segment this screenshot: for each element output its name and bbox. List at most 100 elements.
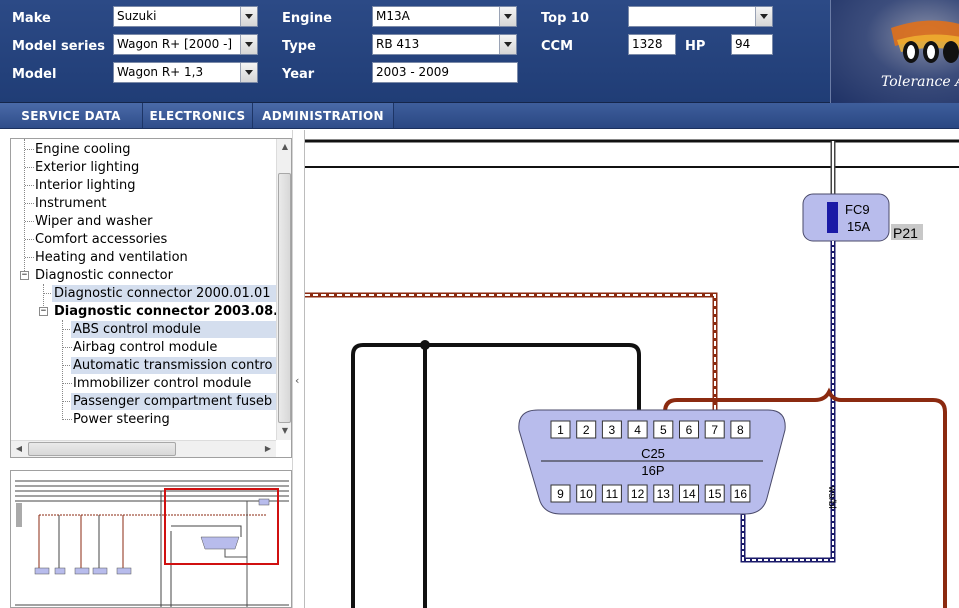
fuse-label: FC9 [845,202,870,217]
tree-item[interactable]: Interior lighting [35,177,135,194]
scroll-right-icon[interactable]: ▶ [260,441,276,457]
scrollbar-thumb[interactable] [28,442,176,456]
tree-horizontal-scrollbar[interactable]: ◀ ▶ [11,440,276,457]
splice-point [420,340,430,350]
connector-pin-label: 7 [711,423,718,437]
make-select-value: Suzuki [117,9,157,23]
type-select-value: RB 413 [376,37,420,51]
logo-text: Tolerance A [881,74,959,90]
tree-item[interactable]: Immobilizer control module [71,375,251,392]
tree-guide-line [25,149,34,150]
collapse-icon[interactable]: − [39,307,48,316]
tree-item[interactable]: Wiper and washer [35,213,152,230]
model-select[interactable]: Wagon R+ 1,3 [113,62,258,83]
model-select-value: Wagon R+ 1,3 [117,65,204,79]
top10-select[interactable] [628,6,773,27]
tree-item-selected[interactable]: Diagnostic connector 2003.08. [52,303,278,320]
chevron-down-icon[interactable] [755,7,772,26]
make-select[interactable]: Suzuki [113,6,258,27]
tree-item[interactable]: Exterior lighting [35,159,139,176]
chevron-left-icon[interactable]: ‹ [295,374,303,388]
model-series-select[interactable]: Wagon R+ [2000 -] [113,34,258,55]
tree-item[interactable]: Diagnostic connector 2000.01.01 [52,285,276,302]
chevron-down-icon[interactable] [499,35,516,54]
connector-type: 16P [641,463,664,478]
menu-electronics[interactable]: ELECTRONICS [143,103,253,128]
hp-label: HP [685,39,706,54]
connector-pin-label: 13 [657,487,671,501]
menu-administration[interactable]: ADMINISTRATION [253,103,394,128]
year-field[interactable]: 2003 - 2009 [372,62,518,83]
connector-pin-label: 12 [631,487,645,501]
connector-name: C25 [641,446,665,461]
connector-pin-label: 2 [583,423,590,437]
connector-pin-label: 4 [634,423,641,437]
chevron-down-icon[interactable] [240,35,257,54]
fuse-rating: 15A [847,219,870,234]
chevron-down-icon[interactable] [499,7,516,26]
ccm-field[interactable]: 1328 [628,34,676,55]
fuse-ref: P21 [893,225,918,241]
engine-label: Engine [282,11,332,26]
engine-select-value: M13A [376,9,410,23]
connector-pin-label: 15 [708,487,722,501]
tree-guide-line [25,257,34,258]
connector-pin-label: 11 [606,487,619,501]
connector-pin-label: 8 [737,423,744,437]
wire-7 [305,292,718,422]
tree-guide-line [62,320,63,420]
connector-pin-label: 5 [660,423,667,437]
tree-vertical-scrollbar[interactable]: ▲ ▼ [276,139,291,440]
tree-item[interactable]: Passenger compartment fuseb [71,393,276,410]
model-label: Model [12,67,57,82]
vehicle-selection-header: Make Suzuki Model series Wagon R+ [2000 … [0,0,959,103]
ccm-label: CCM [541,39,574,54]
tree-guide-line [25,239,34,240]
tree-guide-line [25,203,34,204]
wire-color-label: ws/bl [826,485,837,509]
tree-item[interactable]: Airbag control module [71,339,217,356]
collapse-icon[interactable]: − [20,271,29,280]
tree-item[interactable]: Automatic transmission contro [71,357,276,374]
make-label: Make [12,11,51,26]
engine-select[interactable]: M13A [372,6,517,27]
scrollbar-thumb[interactable] [278,173,291,423]
chevron-down-icon[interactable] [240,7,257,26]
scroll-left-icon[interactable]: ◀ [11,441,27,457]
main-menu-bar: SERVICE DATA ELECTRONICS ADMINISTRATION [0,103,959,129]
tree-guide-line [25,221,34,222]
diagram-overview-thumbnail[interactable] [10,470,292,608]
tree-item[interactable]: ABS control module [71,321,276,338]
brand-logo: Tolerance A [830,0,959,103]
tree-item[interactable]: Heating and ventilation [35,249,188,266]
chevron-down-icon[interactable] [240,63,257,82]
tree-item[interactable]: Diagnostic connector [35,267,173,284]
hp-field[interactable]: 94 [731,34,773,55]
pane-splitter[interactable]: ‹ [292,130,304,608]
model-series-label: Model series [12,39,105,54]
tree-guide-line [25,167,34,168]
tree-item[interactable]: Comfort accessories [35,231,167,248]
connector-pin-label: 14 [682,487,696,501]
navigation-pane: − − Engine cooling Exterior lighting Int… [0,130,296,608]
tree-guide-line [25,185,34,186]
menu-service-data[interactable]: SERVICE DATA [0,103,143,128]
type-select[interactable]: RB 413 [372,34,517,55]
model-series-select-value: Wagon R+ [2000 -] [117,37,233,51]
tree-item[interactable]: Engine cooling [35,141,130,158]
wiring-diagram[interactable]: FC9 15A P21 ws/bl C25 16P 1 2 3 4 5 6 7 8 9 10 11 1… [304,130,959,608]
type-label: Type [282,39,316,54]
connector-pin-label: 3 [609,423,616,437]
top10-label: Top 10 [541,11,589,26]
connector-pin-label: 10 [580,487,594,501]
tree-item[interactable]: Instrument [35,195,107,212]
scroll-down-icon[interactable]: ▼ [277,423,291,439]
connector-pin-label: 16 [734,487,748,501]
connector-pin-label: 1 [557,423,564,437]
component-tree[interactable]: − − Engine cooling Exterior lighting Int… [10,138,292,458]
connector-pin-label: 6 [686,423,693,437]
wiring-diagram-canvas: FC9 15A P21 ws/bl C25 16P 1 2 3 4 5 6 7 89 10 11 1… [305,139,959,608]
tree-item[interactable]: Power steering [71,411,170,428]
wire-7-stripe [305,294,716,422]
scroll-up-icon[interactable]: ▲ [277,139,291,155]
